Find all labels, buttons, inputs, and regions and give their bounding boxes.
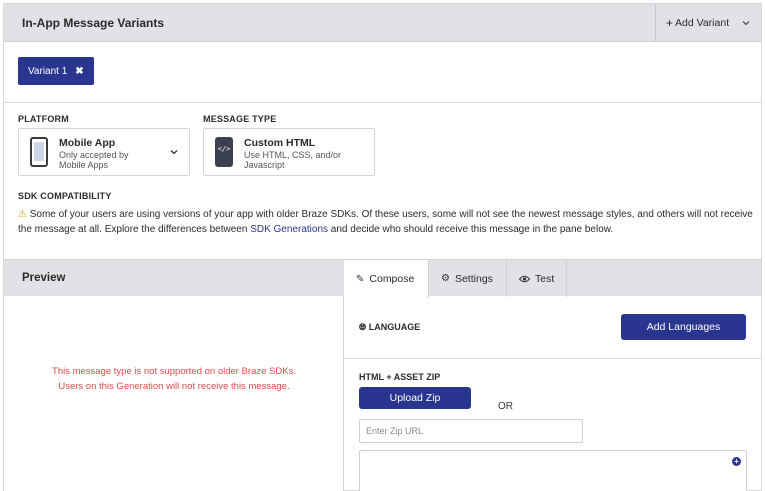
message-type-section-label: MESSAGE TYPE	[203, 114, 277, 124]
eye-icon	[519, 275, 530, 282]
add-languages-button[interactable]: Add Languages	[621, 314, 746, 340]
code-glyph: </>	[217, 145, 231, 153]
html-asset-zip-label: HTML + ASSET ZIP	[359, 372, 441, 382]
add-variant-label: Add Variant	[675, 17, 730, 29]
platform-subtitle-line1: Only accepted by	[59, 150, 129, 160]
platform-select[interactable]: Mobile App Only accepted by Mobile Apps	[18, 128, 190, 176]
sdk-warning-text: ⚠ Some of your users are using versions …	[18, 207, 753, 237]
chevron-down-icon	[170, 150, 178, 155]
editor-tabs: ✎ Compose ⚙ Settings Test	[344, 259, 761, 298]
platform-title: Mobile App	[59, 137, 116, 149]
message-type-subtitle-line2: Javascript	[244, 160, 285, 170]
plus-icon: +	[666, 16, 674, 30]
chevron-down-icon	[742, 21, 750, 26]
message-type-subtitle: Use HTML, CSS, and/or Javascript	[244, 150, 341, 170]
or-separator: OR	[498, 401, 513, 412]
message-type-title: Custom HTML	[244, 137, 316, 149]
tab-test[interactable]: Test	[507, 260, 567, 297]
variants-header: In-App Message Variants + Add Variant	[4, 4, 761, 42]
add-variant-button[interactable]: + Add Variant	[655, 4, 761, 42]
language-label-text: LANGUAGE	[368, 322, 421, 332]
platform-subtitle-line2: Mobile Apps	[59, 160, 109, 170]
pencil-icon: ✎	[356, 273, 365, 285]
platform-subtitle: Only accepted by Mobile Apps	[59, 150, 129, 170]
close-icon[interactable]: ✖	[75, 66, 83, 77]
preview-pane: This message type is not supported on ol…	[4, 296, 344, 491]
zip-url-input[interactable]	[359, 419, 583, 443]
message-type-subtitle-line1: Use HTML, CSS, and/or	[244, 150, 342, 160]
code-phone-icon: </>	[215, 137, 233, 167]
globe-icon: 🌐︎	[359, 322, 367, 332]
language-label: 🌐︎ LANGUAGE	[359, 322, 420, 333]
add-asset-icon[interactable]: +	[732, 457, 741, 466]
variant-chip-1[interactable]: Variant 1 ✖	[18, 57, 94, 85]
message-type-card[interactable]: </> Custom HTML Use HTML, CSS, and/or Ja…	[203, 128, 375, 176]
sdk-text-part2: and decide who should receive this messa…	[328, 224, 614, 235]
page-title: In-App Message Variants	[22, 16, 165, 30]
variant-tabs-row: Variant 1 ✖	[4, 42, 761, 103]
warning-icon: ⚠	[18, 209, 27, 220]
preview-unsupported-message: This message type is not supported on ol…	[4, 364, 344, 394]
tab-test-label: Test	[535, 272, 555, 285]
variants-panel: In-App Message Variants + Add Variant Va…	[3, 3, 762, 491]
platform-section-label: PLATFORM	[18, 114, 69, 124]
preview-message-line1: This message type is not supported on ol…	[52, 366, 296, 377]
sdk-generations-link[interactable]: SDK Generations	[250, 224, 328, 235]
html-code-editor[interactable]: +	[359, 450, 747, 491]
preview-title: Preview	[22, 272, 66, 284]
tab-compose-label: Compose	[369, 273, 415, 285]
phone-icon	[30, 137, 48, 167]
language-row: 🌐︎ LANGUAGE Add Languages	[344, 296, 761, 359]
variant-chip-label: Variant 1	[28, 65, 68, 77]
sdk-section-label: SDK COMPATIBILITY	[18, 191, 112, 201]
preview-message-line2: Users on this Generation will not receiv…	[58, 381, 290, 392]
tab-compose[interactable]: ✎ Compose	[344, 260, 429, 298]
gear-icon: ⚙	[441, 273, 450, 284]
tab-settings-label: Settings	[454, 272, 493, 285]
preview-header: Preview	[4, 259, 344, 296]
tab-settings[interactable]: ⚙ Settings	[429, 260, 507, 297]
upload-zip-button[interactable]: Upload Zip	[359, 387, 471, 409]
